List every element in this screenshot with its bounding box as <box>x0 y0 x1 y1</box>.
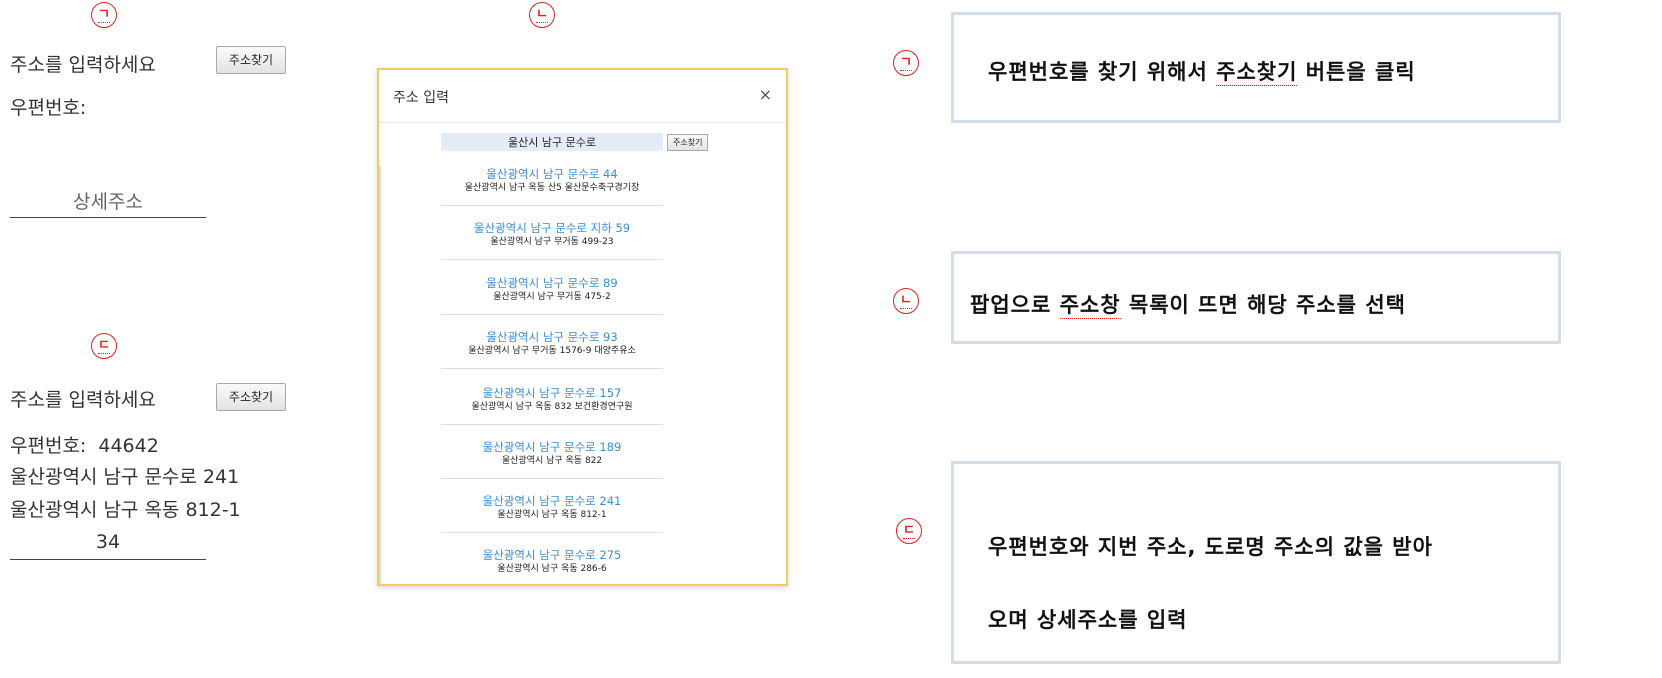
result-item[interactable]: 울산광역시 남구 문수로 275 울산광역시 남구 옥동 286-6 <box>441 548 663 584</box>
marker-a-label: ㄱ <box>900 55 912 70</box>
result-jibun-address: 울산광역시 남구 옥동 812-1 <box>497 510 607 520</box>
address-prompt: 주소를 입력하세요 <box>10 54 156 76</box>
detail-address-input-filled[interactable] <box>10 524 206 560</box>
marker-b-icon: ㄴ <box>893 288 919 314</box>
result-jibun-address: 울산광역시 남구 옥동 286-6 <box>497 564 607 574</box>
detail-address-input[interactable] <box>10 186 206 218</box>
popup-search-input[interactable] <box>441 133 663 151</box>
step2-text-after: 목록이 뜨면 해당 주소를 선택 <box>1120 293 1406 317</box>
result-jibun-address: 울산광역시 남구 무거동 1576-9 대양주유소 <box>468 346 636 356</box>
address-prompt-filled: 주소를 입력하세요 <box>10 389 156 411</box>
zipcode-row: 우편번호: 44642 <box>10 431 159 458</box>
result-road-address[interactable]: 울산광역시 남구 문수로 93 <box>441 330 663 345</box>
result-item[interactable]: 울산광역시 남구 문수로 189 울산광역시 남구 옥동 822 <box>441 440 663 479</box>
zipcode-label-filled: 우편번호: <box>10 435 87 457</box>
popup-search-button[interactable]: 주소찾기 <box>667 134 709 151</box>
popup-header: 주소 입력 × <box>379 70 786 123</box>
marker-a-icon: ㄱ <box>91 2 117 28</box>
marker-b-label: ㄴ <box>536 7 548 22</box>
find-address-button-filled[interactable]: 주소찾기 <box>216 383 286 411</box>
result-road-address[interactable]: 울산광역시 남구 문수로 89 <box>441 276 663 291</box>
marker-c-icon: ㄷ <box>91 333 117 359</box>
explanation-step2-text: 팝업으로 주소창 목록이 뜨면 해당 주소를 선택 <box>970 289 1406 319</box>
explanation-step3-line1: 우편번호와 지번 주소, 도로명 주소의 값을 받아 <box>988 535 1433 559</box>
marker-c-icon: ㄷ <box>896 518 922 544</box>
close-icon[interactable]: × <box>759 85 772 104</box>
result-item[interactable]: 울산광역시 남구 문수로 44 울산광역시 남구 옥동 산5 울산문수축구경기장 <box>441 167 663 206</box>
explanation-step1: 우편번호를 찾기 위해서 주소찾기 버튼을 클릭 <box>951 12 1561 123</box>
find-address-button[interactable]: 주소찾기 <box>216 46 286 74</box>
step1-text-highlight: 주소찾기 <box>1216 60 1298 86</box>
result-item[interactable]: 울산광역시 남구 문수로 89 울산광역시 남구 무거동 475-2 <box>441 276 663 315</box>
explanation-step1-text: 우편번호를 찾기 위해서 주소찾기 버튼을 클릭 <box>988 56 1416 86</box>
marker-c-label: ㄷ <box>98 338 110 353</box>
jibun-address-value: 울산광역시 남구 옥동 812-1 <box>10 499 241 521</box>
result-road-address[interactable]: 울산광역시 남구 문수로 241 <box>441 494 663 509</box>
result-jibun-address: 울산광역시 남구 무거동 499-23 <box>490 237 614 247</box>
explanation-step2: 팝업으로 주소창 목록이 뜨면 해당 주소를 선택 <box>951 251 1561 344</box>
marker-b-icon: ㄴ <box>529 2 555 28</box>
result-item[interactable]: 울산광역시 남구 문수로 241 울산광역시 남구 옥동 812-1 <box>441 494 663 533</box>
result-item[interactable]: 울산광역시 남구 문수로 157 울산광역시 남구 옥동 832 보건환경연구원 <box>441 386 663 425</box>
result-road-address[interactable]: 울산광역시 남구 문수로 44 <box>441 167 663 182</box>
step1-text-before: 우편번호를 찾기 위해서 <box>988 60 1217 84</box>
result-item[interactable]: 울산광역시 남구 문수로 93 울산광역시 남구 무거동 1576-9 대양주유… <box>441 330 663 369</box>
result-item[interactable]: 울산광역시 남구 문수로 지하 59 울산광역시 남구 무거동 499-23 <box>441 221 663 260</box>
step1-text-after: 버튼을 클릭 <box>1297 60 1416 84</box>
result-jibun-address: 울산광역시 남구 무거동 475-2 <box>493 292 611 302</box>
step2-text-highlight: 주소창 <box>1059 293 1121 319</box>
popup-title: 주소 입력 <box>393 90 449 106</box>
result-road-address[interactable]: 울산광역시 남구 문수로 지하 59 <box>441 221 663 236</box>
zipcode-label: 우편번호: <box>10 97 87 119</box>
marker-a-icon: ㄱ <box>893 50 919 76</box>
scroll-track <box>379 166 381 584</box>
explanation-step3: 우편번호와 지번 주소, 도로명 주소의 값을 받아 오며 상세주소를 입력 <box>951 461 1561 664</box>
result-road-address[interactable]: 울산광역시 남구 문수로 275 <box>441 548 663 563</box>
address-popup: 주소 입력 × 주소찾기 울산광역시 남구 문수로 44 울산광역시 남구 옥동… <box>377 68 788 586</box>
result-jibun-address: 울산광역시 남구 옥동 832 보건환경연구원 <box>471 402 633 412</box>
marker-a-label: ㄱ <box>98 7 110 22</box>
marker-c-label: ㄷ <box>903 523 915 538</box>
explanation-step3-line2: 오며 상세주소를 입력 <box>988 608 1188 632</box>
result-jibun-address: 울산광역시 남구 옥동 822 <box>501 456 603 466</box>
marker-b-label: ㄴ <box>900 293 912 308</box>
result-road-address[interactable]: 울산광역시 남구 문수로 157 <box>441 386 663 401</box>
road-address-value: 울산광역시 남구 문수로 241 <box>10 466 240 488</box>
result-jibun-address: 울산광역시 남구 옥동 산5 울산문수축구경기장 <box>464 183 640 193</box>
result-road-address[interactable]: 울산광역시 남구 문수로 189 <box>441 440 663 455</box>
zipcode-value: 44642 <box>98 435 159 457</box>
step2-text-before: 팝업으로 <box>970 293 1060 317</box>
